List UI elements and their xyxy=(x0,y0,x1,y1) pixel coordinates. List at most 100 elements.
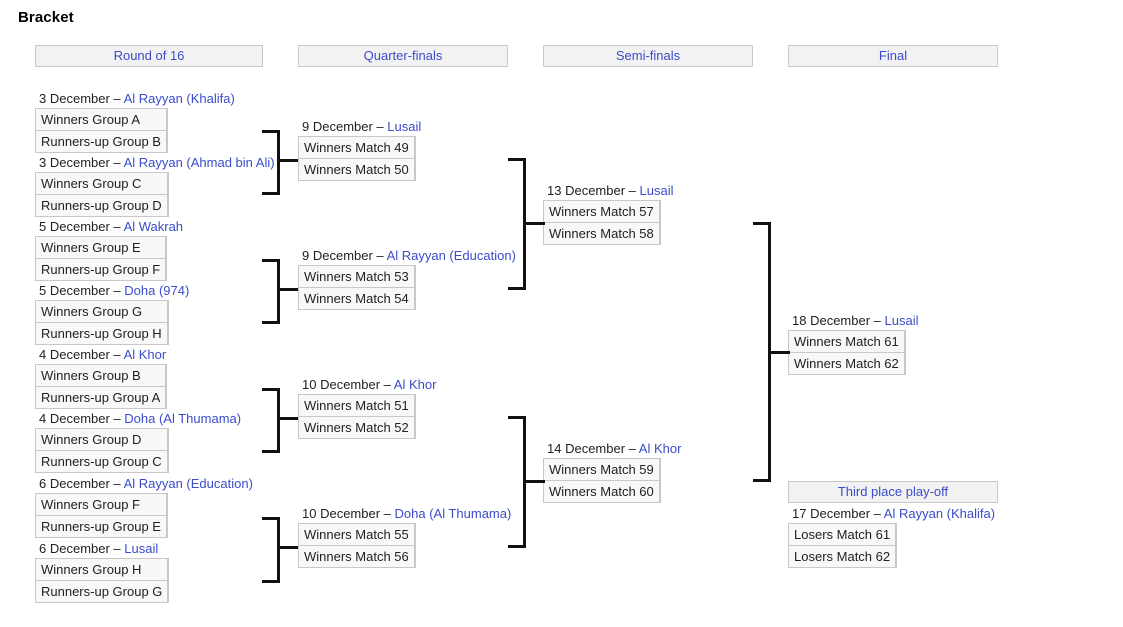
connector-to-final xyxy=(768,351,790,354)
match-table: Winners Group A Runners-up Group B xyxy=(35,108,168,153)
table-row[interactable]: Winners Group H xyxy=(34,558,170,581)
table-row[interactable]: Winners Match 59 xyxy=(543,458,661,481)
match-separator: – xyxy=(109,411,125,426)
table-row[interactable]: Runners-up Group A xyxy=(34,386,168,409)
table-row[interactable]: Winners Match 51 xyxy=(298,394,416,417)
match-date: 9 December xyxy=(302,248,373,263)
match-venue-link[interactable]: Lusail xyxy=(124,541,158,556)
team-score xyxy=(165,130,168,153)
match-table: Winners Match 59 Winners Match 60 xyxy=(543,458,661,503)
team-score xyxy=(166,428,169,451)
team-name: Winners Match 59 xyxy=(543,458,660,481)
table-row[interactable]: Winners Group C xyxy=(35,172,169,195)
match-venue-link[interactable]: Al Khor xyxy=(639,441,682,456)
team-name: Winners Match 53 xyxy=(298,265,415,288)
table-row[interactable]: Runners-up Group H xyxy=(35,322,169,345)
match-venue-link[interactable]: Al Wakrah xyxy=(124,219,183,234)
match-meta: 4 December – Al Khor xyxy=(39,346,166,364)
connector-to-qf-2 xyxy=(277,288,298,291)
match-venue-link[interactable]: Doha (974) xyxy=(124,283,189,298)
team-name: Winners Match 52 xyxy=(298,416,415,439)
team-score xyxy=(166,172,169,195)
table-row[interactable]: Winners Match 58 xyxy=(543,222,661,245)
table-row[interactable]: Winners Match 53 xyxy=(298,265,416,288)
table-row[interactable]: Winners Match 57 xyxy=(543,200,661,223)
table-row[interactable]: Winners Match 62 xyxy=(788,352,906,375)
table-row[interactable]: Runners-up Group F xyxy=(34,258,168,281)
table-row[interactable]: Runners-up Group G xyxy=(34,580,170,603)
table-row[interactable]: Losers Match 62 xyxy=(787,545,898,568)
match-date: 5 December xyxy=(39,219,110,234)
match-table: Winners Group D Runners-up Group C xyxy=(35,428,169,473)
table-row[interactable]: Runners-up Group B xyxy=(35,130,168,153)
match-venue-link[interactable]: Lusail xyxy=(387,119,421,134)
table-row[interactable]: Runners-up Group D xyxy=(35,194,169,217)
match-venue-link[interactable]: Al Rayyan (Khalifa) xyxy=(884,506,995,521)
table-row[interactable]: Losers Match 61 xyxy=(787,523,898,546)
team-name: Winners Match 61 xyxy=(788,330,905,353)
table-row[interactable]: Winners Match 56 xyxy=(298,545,416,568)
table-row[interactable]: Winners Group A xyxy=(35,108,168,131)
table-row[interactable]: Winners Group F xyxy=(35,493,168,516)
round-header-semi-finals[interactable]: Semi-finals xyxy=(543,45,753,67)
round-header-third-place-playoff[interactable]: Third place play-off xyxy=(788,481,998,503)
table-row[interactable]: Winners Match 50 xyxy=(298,158,416,181)
connector-to-qf-3 xyxy=(277,417,298,420)
connector-qf-2 xyxy=(508,287,526,290)
table-row[interactable]: Runners-up Group E xyxy=(35,515,168,538)
team-name: Winners Match 60 xyxy=(543,480,660,503)
match-venue-link[interactable]: Al Rayyan (Education) xyxy=(124,476,253,491)
table-row[interactable]: Runners-up Group C xyxy=(35,450,169,473)
match-meta: 4 December – Doha (Al Thumama) xyxy=(39,410,241,428)
table-row[interactable]: Winners Group E xyxy=(34,236,168,259)
match-venue-link[interactable]: Lusail xyxy=(885,313,919,328)
table-row[interactable]: Winners Group D xyxy=(35,428,169,451)
team-name: Winners Match 50 xyxy=(298,158,415,181)
match-meta: 9 December – Al Rayyan (Education) xyxy=(302,247,516,265)
match-venue-link[interactable]: Al Rayyan (Education) xyxy=(387,248,516,263)
match-venue-link[interactable]: Al Khor xyxy=(394,377,437,392)
match-venue-link[interactable]: Doha (Al Thumama) xyxy=(124,411,241,426)
connector-r16-6 xyxy=(262,450,280,453)
match-meta: 5 December – Al Wakrah xyxy=(39,218,183,236)
team-score xyxy=(658,200,661,223)
match-venue-link[interactable]: Al Rayyan (Ahmad bin Ali) xyxy=(124,155,275,170)
round-header-final[interactable]: Final xyxy=(788,45,998,67)
match-separator: – xyxy=(109,476,124,491)
match-table: Winners Group F Runners-up Group E xyxy=(35,493,168,538)
table-row[interactable]: Winners Match 52 xyxy=(298,416,416,439)
round-header-quarter-finals[interactable]: Quarter-finals xyxy=(298,45,508,67)
table-row[interactable]: Winners Match 49 xyxy=(298,136,416,159)
match-separator: – xyxy=(109,91,124,106)
match-separator: – xyxy=(109,347,124,362)
match-venue-link[interactable]: Lusail xyxy=(640,183,674,198)
team-name: Runners-up Group D xyxy=(35,194,168,217)
team-name: Winners Match 57 xyxy=(543,200,660,223)
team-name: Losers Match 62 xyxy=(787,545,897,568)
match-venue-link[interactable]: Doha (Al Thumama) xyxy=(395,506,512,521)
match-venue-link[interactable]: Al Khor xyxy=(124,347,167,362)
match-separator: – xyxy=(372,119,388,134)
team-score xyxy=(413,545,416,568)
round-header-round-of-16[interactable]: Round of 16 xyxy=(35,45,263,67)
table-row[interactable]: Winners Group B xyxy=(34,364,168,387)
table-row[interactable]: Winners Match 60 xyxy=(543,480,661,503)
team-score xyxy=(895,523,898,546)
team-score xyxy=(413,136,416,159)
team-score xyxy=(903,330,906,353)
match-meta: 6 December – Lusail xyxy=(39,540,158,558)
round-header-label: Round of 16 xyxy=(113,48,185,63)
team-name: Runners-up Group H xyxy=(35,322,168,345)
team-name: Winners Group A xyxy=(35,108,167,131)
match-venue-link[interactable]: Al Rayyan (Khalifa) xyxy=(124,91,235,106)
match-date: 3 December xyxy=(39,91,110,106)
team-score xyxy=(167,580,170,603)
table-row[interactable]: Winners Match 54 xyxy=(298,287,416,310)
bracket-diagram: Round of 16 Quarter-finals Semi-finals F… xyxy=(0,0,1123,627)
table-row[interactable]: Winners Group G xyxy=(35,300,169,323)
team-name: Runners-up Group G xyxy=(34,580,169,603)
match-separator: – xyxy=(870,506,884,521)
table-row[interactable]: Winners Match 55 xyxy=(298,523,416,546)
table-row[interactable]: Winners Match 61 xyxy=(788,330,906,353)
team-score xyxy=(165,386,168,409)
